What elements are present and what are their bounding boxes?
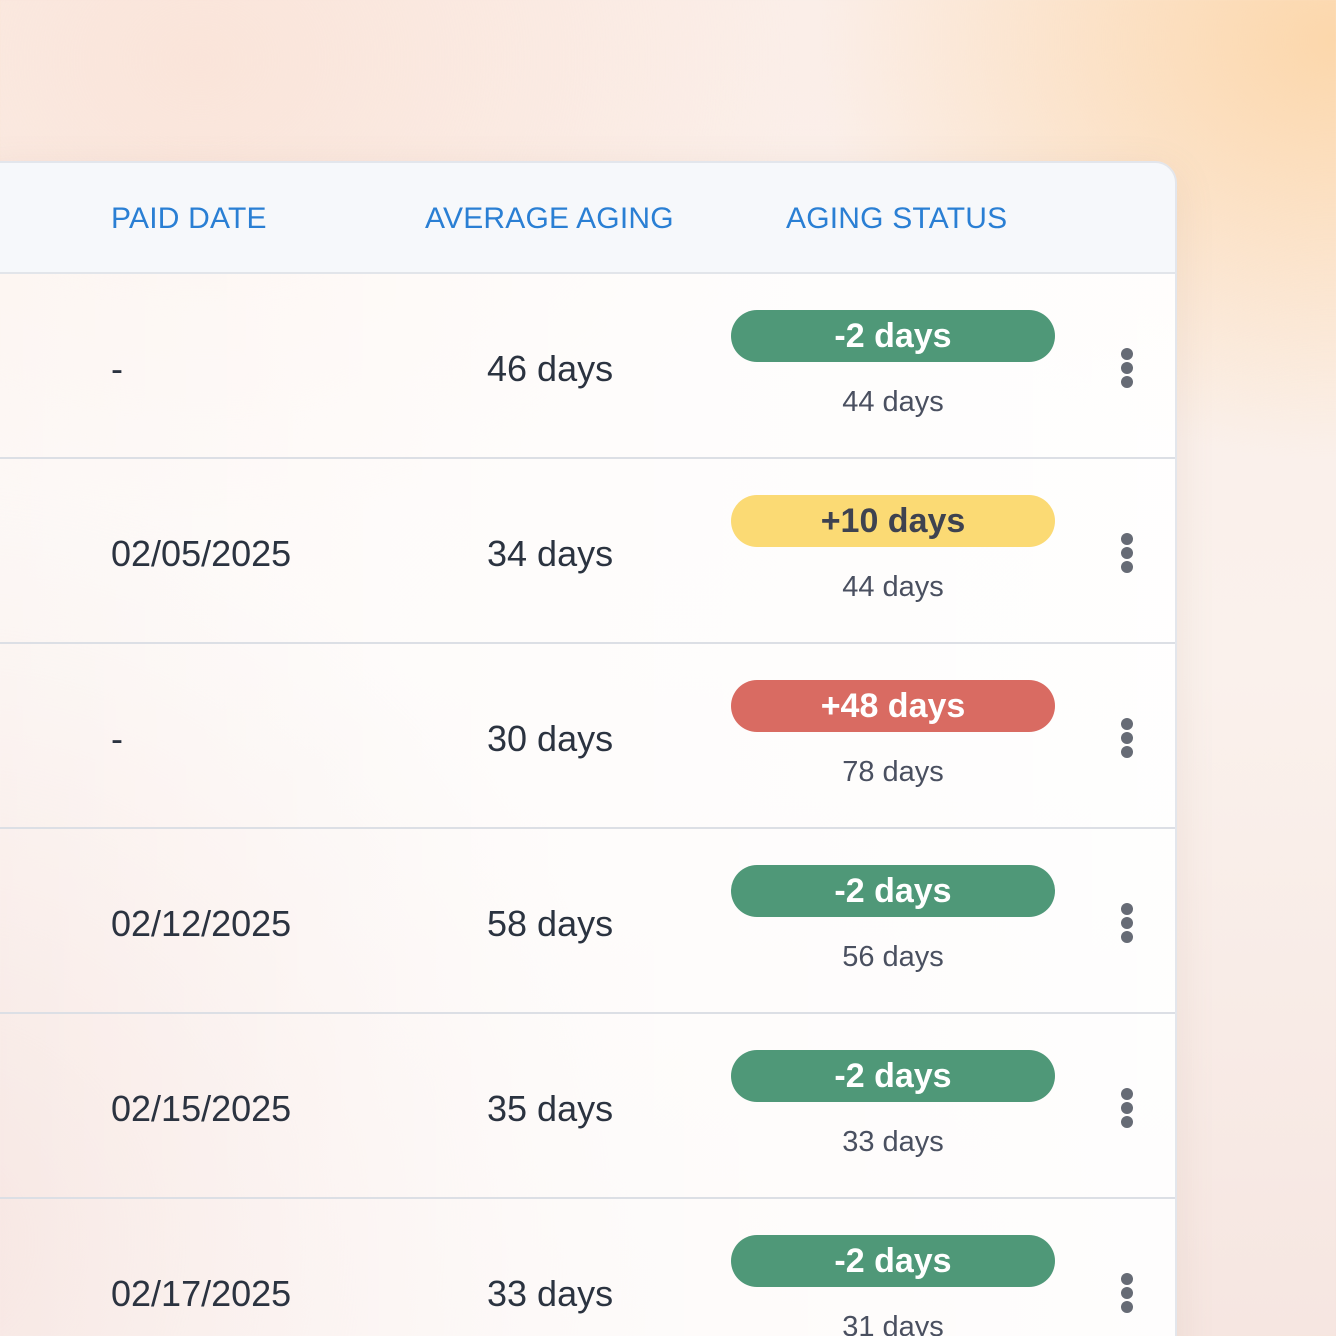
aging-status-days: 31 days: [842, 1311, 944, 1336]
table-row[interactable]: 02/12/2025 58 days -2 days 56 days: [0, 829, 1175, 1014]
more-vertical-icon[interactable]: [1112, 1269, 1142, 1317]
aging-status-badge: +48 days: [731, 680, 1055, 732]
aging-status-badge: -2 days: [731, 310, 1055, 362]
average-aging-cell: 46 days: [487, 348, 614, 389]
paid-date-cell: 02/05/2025: [111, 533, 292, 574]
more-vertical-icon[interactable]: [1112, 1084, 1142, 1132]
column-header-paid-date[interactable]: PAID DATE: [111, 201, 267, 237]
average-aging-cell: 30 days: [487, 718, 614, 759]
table-row[interactable]: 02/15/2025 35 days -2 days 33 days: [0, 1014, 1175, 1199]
paid-date-cell: -: [111, 718, 123, 759]
more-vertical-icon[interactable]: [1112, 529, 1142, 577]
aging-status-days: 44 days: [842, 386, 944, 418]
aging-status-badge: -2 days: [731, 865, 1055, 917]
paid-date-cell: 02/17/2025: [111, 1273, 292, 1314]
column-header-aging-status[interactable]: AGING STATUS: [786, 201, 1007, 237]
aging-status-days: 44 days: [842, 571, 944, 603]
table-header: PAID DATE AVERAGE AGING AGING STATUS: [0, 163, 1175, 274]
average-aging-cell: 33 days: [487, 1273, 614, 1314]
paid-date-cell: 02/12/2025: [111, 903, 292, 944]
aging-status-days: 33 days: [842, 1126, 944, 1158]
aging-table-card: PAID DATE AVERAGE AGING AGING STATUS - 4…: [0, 161, 1177, 1336]
table-row[interactable]: 02/17/2025 33 days -2 days 31 days: [0, 1199, 1175, 1336]
paid-date-cell: -: [111, 348, 123, 389]
table-row[interactable]: - 46 days -2 days 44 days: [0, 274, 1175, 459]
table-body: - 46 days -2 days 44 days 02/05/2025 34 …: [0, 274, 1175, 1336]
aging-status-badge: +10 days: [731, 495, 1055, 547]
aging-status-badge: -2 days: [731, 1235, 1055, 1287]
paid-date-cell: 02/15/2025: [111, 1088, 292, 1129]
more-vertical-icon[interactable]: [1112, 899, 1142, 947]
average-aging-cell: 35 days: [487, 1088, 614, 1129]
more-vertical-icon[interactable]: [1112, 714, 1142, 762]
table-row[interactable]: 02/05/2025 34 days +10 days 44 days: [0, 459, 1175, 644]
average-aging-cell: 34 days: [487, 533, 614, 574]
aging-status-days: 78 days: [842, 756, 944, 788]
aging-status-badge: -2 days: [731, 1050, 1055, 1102]
table-row[interactable]: - 30 days +48 days 78 days: [0, 644, 1175, 829]
more-vertical-icon[interactable]: [1112, 344, 1142, 392]
aging-status-days: 56 days: [842, 941, 944, 973]
average-aging-cell: 58 days: [487, 903, 614, 944]
column-header-average-aging[interactable]: AVERAGE AGING: [425, 201, 674, 237]
